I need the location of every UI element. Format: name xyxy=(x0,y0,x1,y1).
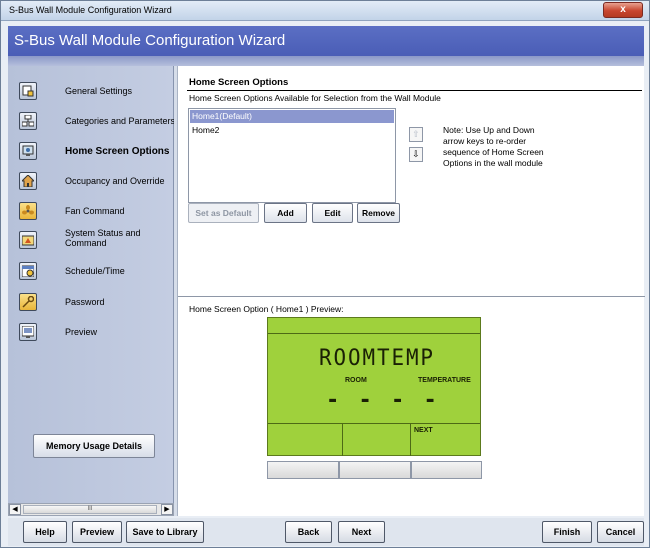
schedule-icon xyxy=(19,262,37,280)
remove-button[interactable]: Remove xyxy=(357,203,400,223)
finish-button[interactable]: Finish xyxy=(542,521,592,543)
categories-icon xyxy=(19,112,37,130)
home-screen-list[interactable]: Home1(Default) Home2 xyxy=(188,108,396,203)
lcd-value: - - - - xyxy=(326,388,440,413)
sidebar-item-label: Schedule/Time xyxy=(65,266,125,276)
window-title: S-Bus Wall Module Configuration Wizard xyxy=(9,5,172,15)
sidebar-item-general-settings[interactable]: General Settings xyxy=(8,79,174,105)
section-subtitle: Home Screen Options Available for Select… xyxy=(189,93,441,103)
next-button[interactable]: Next xyxy=(338,521,385,543)
section-title: Home Screen Options xyxy=(189,77,289,88)
lcd-preview: ROOMTEMP ROOM TEMPERATURE - - - - NEXT xyxy=(267,317,481,456)
sidebar-item-fan-command[interactable]: Fan Command xyxy=(8,199,174,225)
scroll-thumb[interactable]: III xyxy=(23,505,157,514)
wizard-title: S-Bus Wall Module Configuration Wizard xyxy=(14,32,286,49)
edit-button[interactable]: Edit xyxy=(312,203,353,223)
preview-divider xyxy=(178,296,645,297)
help-button[interactable]: Help xyxy=(23,521,67,543)
scroll-right-arrow-icon[interactable]: ▶ xyxy=(161,504,173,515)
preview-icon xyxy=(19,323,37,341)
back-button[interactable]: Back xyxy=(285,521,332,543)
sidebar-item-password[interactable]: Password xyxy=(8,290,174,316)
wizard-header: S-Bus Wall Module Configuration Wizard xyxy=(8,26,644,56)
move-down-button[interactable]: ⇩ xyxy=(409,147,423,162)
sidebar-item-label: Fan Command xyxy=(65,206,125,216)
sidebar-item-label: Password xyxy=(65,297,105,307)
title-bar: S-Bus Wall Module Configuration Wizard x xyxy=(1,1,649,21)
close-button[interactable]: x xyxy=(603,2,643,18)
lcd-temperature-label: TEMPERATURE xyxy=(418,377,471,384)
set-default-button[interactable]: Set as Default xyxy=(188,203,259,223)
sidebar-item-system-status[interactable]: System Status and Command xyxy=(8,226,174,256)
move-up-button[interactable]: ⇧ xyxy=(409,127,423,142)
main-panel: Home Screen Options Home Screen Options … xyxy=(177,66,645,516)
softkey-button-2[interactable] xyxy=(339,461,411,479)
lcd-softkey-middle xyxy=(342,423,416,456)
system-status-icon xyxy=(19,231,37,249)
house-icon xyxy=(19,172,37,190)
sidebar-item-occupancy[interactable]: Occupancy and Override xyxy=(8,169,174,195)
add-button[interactable]: Add xyxy=(264,203,307,223)
save-to-library-button[interactable]: Save to Library xyxy=(126,521,204,543)
lcd-softkey-right: NEXT xyxy=(410,423,480,456)
sidebar-item-label: Preview xyxy=(65,327,98,337)
list-item[interactable]: Home1(Default) xyxy=(190,110,394,123)
sidebar-item-label: System Status and Command xyxy=(65,228,141,248)
memory-usage-button[interactable]: Memory Usage Details xyxy=(33,434,155,458)
list-item[interactable]: Home2 xyxy=(190,124,394,137)
cancel-button[interactable]: Cancel xyxy=(597,521,644,543)
sidebar-item-label: General Settings xyxy=(65,86,133,96)
sidebar-item-label: Home Screen Options xyxy=(65,146,170,157)
sidebar: General Settings Categories and Paramete… xyxy=(8,66,176,503)
softkey-button-1[interactable] xyxy=(267,461,339,479)
preview-label: Home Screen Option ( Home1 ) Preview: xyxy=(189,304,344,314)
lcd-room-label: ROOM xyxy=(345,377,367,384)
reorder-note: Note: Use Up and Down arrow keys to re-o… xyxy=(443,125,544,168)
wizard-window: S-Bus Wall Module Configuration Wizard x… xyxy=(0,0,650,548)
scroll-left-arrow-icon[interactable]: ◀ xyxy=(9,504,21,515)
sidebar-item-home-screen-options[interactable]: Home Screen Options xyxy=(8,139,174,165)
section-divider xyxy=(187,90,642,91)
general-settings-icon xyxy=(19,82,37,100)
softkey-button-3[interactable] xyxy=(411,461,482,479)
sidebar-horizontal-scrollbar[interactable]: ◀ III ▶ xyxy=(8,503,174,516)
sidebar-item-categories[interactable]: Categories and Parameters xyxy=(8,109,176,135)
fan-icon xyxy=(19,202,37,220)
lcd-top-strip xyxy=(268,318,480,334)
preview-button[interactable]: Preview xyxy=(72,521,122,543)
sidebar-item-label: Categories and Parameters xyxy=(65,116,176,126)
header-band xyxy=(8,56,644,66)
sidebar-item-label: Occupancy and Override xyxy=(65,176,165,186)
lcd-softkey-left xyxy=(268,423,342,456)
lcd-main-text: ROOMTEMP xyxy=(319,346,435,371)
sidebar-item-schedule[interactable]: Schedule/Time xyxy=(8,259,174,285)
home-screen-icon xyxy=(19,142,37,160)
sidebar-item-preview[interactable]: Preview xyxy=(8,320,174,346)
key-icon xyxy=(19,293,37,311)
